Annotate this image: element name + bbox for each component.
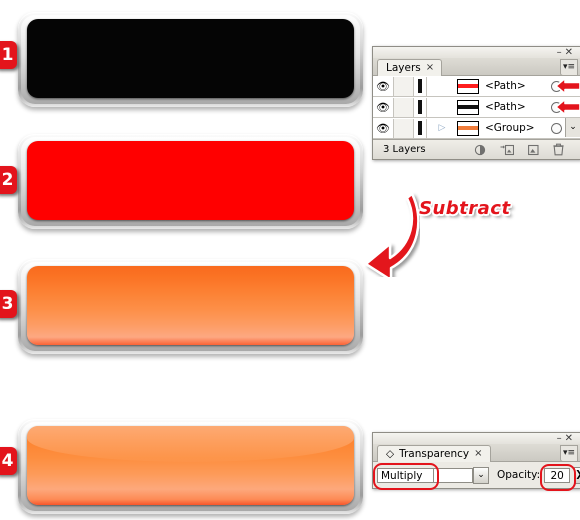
orange-gloss-button[interactable] <box>18 419 363 514</box>
minimize-icon[interactable]: – <box>557 433 565 444</box>
blend-mode-selector[interactable]: Multiply ⌄ <box>373 462 489 490</box>
layer-color-bar <box>414 97 427 117</box>
layer-thumbnail <box>457 99 479 115</box>
step-badge-3: 3 <box>0 290 17 318</box>
transparency-flyout-menu-icon[interactable]: ▾≡ <box>560 445 578 462</box>
make-clipping-mask-icon[interactable] <box>474 144 486 156</box>
orange-button[interactable] <box>18 259 363 354</box>
lock-toggle-cell[interactable] <box>394 97 414 117</box>
eye-icon[interactable]: 👁 <box>373 97 394 117</box>
delete-layer-icon[interactable] <box>553 143 564 156</box>
tab-layers[interactable]: Layers × <box>377 59 443 76</box>
layer-name-label: <Path> <box>485 80 526 92</box>
scroll-down-icon[interactable]: ⌄ <box>565 118 580 137</box>
callout-arrow-left-icon <box>555 98 580 116</box>
opacity-control[interactable]: 20 <box>540 463 577 491</box>
lock-toggle-cell[interactable] <box>394 118 414 138</box>
disclosure-triangle-icon[interactable]: ▷ <box>427 123 457 133</box>
close-icon[interactable]: ✕ <box>565 47 576 58</box>
blend-mode-field-blank[interactable] <box>433 467 473 483</box>
close-icon[interactable]: ✕ <box>565 433 576 444</box>
eye-icon[interactable]: 👁 <box>373 118 394 138</box>
create-sublayer-icon[interactable] <box>500 144 514 156</box>
panel-menu-diamond-icon[interactable]: ◇ <box>386 446 394 462</box>
subtract-annotation-label: Subtract <box>419 198 511 219</box>
layer-name-label: <Group> <box>485 122 535 134</box>
button-face-red <box>27 141 354 220</box>
step-badge-4: 4 <box>0 447 17 475</box>
tab-close-icon[interactable]: × <box>474 446 482 462</box>
curved-arrow-down-left-icon <box>364 192 420 277</box>
layer-row[interactable]: 👁 <Path> <box>373 97 580 118</box>
minimize-icon[interactable]: – <box>557 47 565 58</box>
layer-thumbnail <box>457 120 479 136</box>
layer-row[interactable]: 👁 <Path> <box>373 76 580 97</box>
red-button[interactable] <box>18 134 363 229</box>
lock-toggle-cell[interactable] <box>394 76 414 96</box>
chevron-down-icon[interactable]: ⌄ <box>473 466 489 484</box>
black-button[interactable] <box>18 12 363 107</box>
tab-transparency[interactable]: ◇ Transparency × <box>377 445 491 462</box>
layer-color-bar <box>414 118 427 138</box>
transparency-panel: –✕ ◇ Transparency × ▾≡ Multiply ⌄ Opacit… <box>372 432 580 491</box>
button-face-orange <box>27 266 354 345</box>
layer-thumbnail <box>457 78 479 94</box>
layers-flyout-menu-icon[interactable]: ▾≡ <box>560 59 578 76</box>
layer-rows-list: 👁 <Path> 👁 <Path> 👁 ▷ <Group> ⌄ <box>373 76 580 139</box>
transparency-controls-row: Multiply ⌄ Opacity: 20 ❯ % <box>373 462 580 491</box>
gloss-highlight <box>27 426 354 463</box>
eye-icon[interactable]: 👁 <box>373 76 394 96</box>
button-face-orange-gloss <box>27 426 354 505</box>
layers-count-label: 3 Layers <box>383 144 426 155</box>
opacity-stepper-button[interactable]: ❯ <box>574 466 580 484</box>
layer-name-label: <Path> <box>485 101 526 113</box>
layers-tab-row: Layers × ▾≡ <box>373 58 580 76</box>
button-face-black <box>27 19 354 98</box>
step-badge-2: 2 <box>0 166 17 194</box>
create-new-layer-icon[interactable] <box>528 144 539 156</box>
tab-close-icon[interactable]: × <box>426 60 434 76</box>
layers-panel: –✕ Layers × ▾≡ 👁 <Path> 👁 <Path> 👁 ▷ <Gr… <box>372 46 580 160</box>
layers-panel-footer: 3 Layers <box>373 139 580 159</box>
step-badge-1: 1 <box>0 41 17 69</box>
layers-panel-titlebar: –✕ <box>373 47 580 58</box>
callout-arrow-left-icon <box>555 77 580 95</box>
opacity-input[interactable]: 20 <box>544 467 571 483</box>
tab-layers-label: Layers <box>386 62 421 74</box>
layer-color-bar <box>414 76 427 96</box>
transparency-panel-titlebar: –✕ <box>373 433 580 444</box>
tab-transparency-label: Transparency <box>399 448 470 460</box>
layer-row[interactable]: 👁 ▷ <Group> ⌄ <box>373 118 580 139</box>
opacity-label: Opacity: <box>497 469 541 481</box>
target-circle[interactable] <box>551 122 562 134</box>
layers-window-buttons[interactable]: –✕ <box>557 47 576 58</box>
layers-footer-icons <box>474 143 580 156</box>
transparency-window-buttons[interactable]: –✕ <box>557 433 576 444</box>
blend-mode-value[interactable]: Multiply <box>377 467 433 483</box>
transparency-tab-row: ◇ Transparency × ▾≡ <box>373 444 580 462</box>
